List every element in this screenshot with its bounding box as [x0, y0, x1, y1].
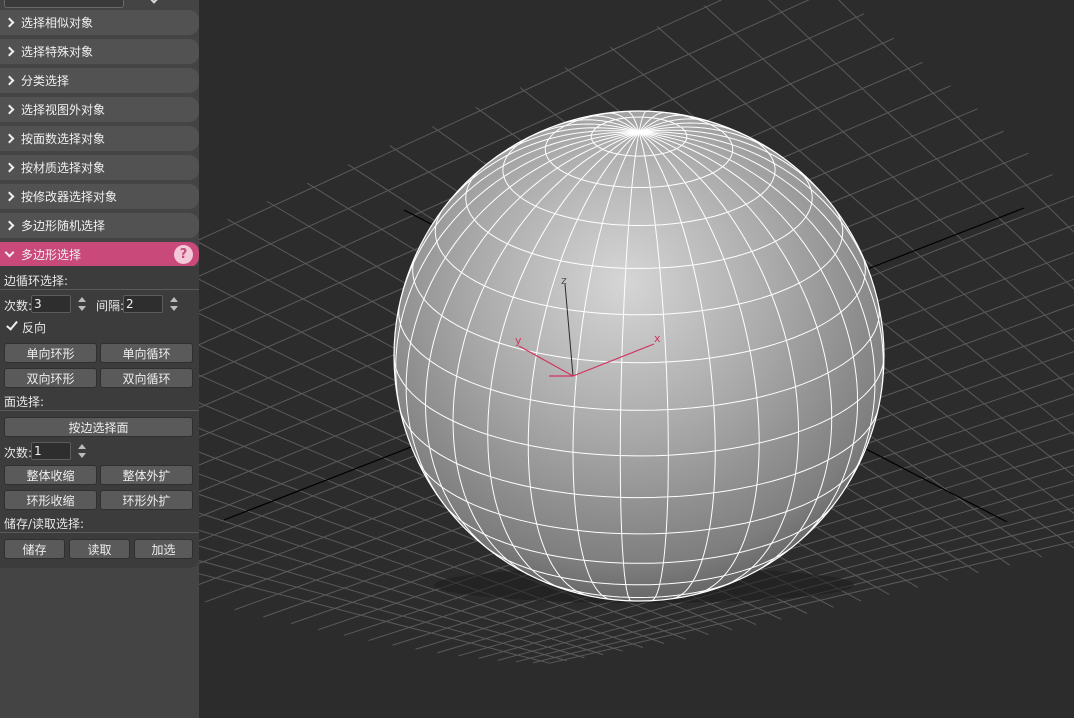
rollout-poly-select[interactable]: 多边形选择 ?: [0, 242, 199, 267]
rollout-label: 分类选择: [21, 74, 70, 88]
interval-spinner[interactable]: [166, 295, 182, 313]
rollout-select-by-face-count[interactable]: 按面数选择对象: [0, 126, 199, 151]
chevron-right-icon: [4, 46, 15, 57]
rollout-label: 按修改器选择对象: [21, 190, 118, 204]
rollout-poly-random-select[interactable]: 多边形随机选择: [0, 213, 199, 238]
gizmo-z-label: z: [561, 274, 567, 287]
loop-count-spinner[interactable]: [74, 295, 90, 313]
ring-grow-button[interactable]: 环形外扩: [100, 490, 193, 510]
chevron-right-icon: [4, 191, 15, 202]
top-dropdown-stub[interactable]: [4, 0, 124, 8]
chevron-right-icon: [4, 75, 15, 86]
rollout-select-special[interactable]: 选择特殊对象: [0, 39, 199, 64]
chevron-right-icon: [4, 104, 15, 115]
divider: [0, 532, 199, 533]
rollout-select-by-material[interactable]: 按材质选择对象: [0, 155, 199, 180]
chevron-down-icon: [4, 247, 15, 258]
loop-count-label: 次数:: [4, 299, 33, 313]
gizmo-x-label: x: [654, 332, 661, 345]
grow-all-button[interactable]: 整体外扩: [100, 465, 193, 485]
left-panel: 选择相似对象 选择特殊对象 分类选择 选择视图外对象 按面数选择对象 按材质选择…: [0, 0, 199, 718]
rollout-select-by-modifier[interactable]: 按修改器选择对象: [0, 184, 199, 209]
rollout-label: 多边形选择: [21, 248, 82, 262]
app-window: 选择相似对象 选择特殊对象 分类选择 选择视图外对象 按面数选择对象 按材质选择…: [0, 0, 1074, 718]
reverse-checkbox[interactable]: [6, 318, 19, 333]
rollout-label: 选择视图外对象: [21, 103, 106, 117]
interval-label: 间隔:: [96, 299, 125, 313]
viewport-3d[interactable]: z y x: [199, 0, 1074, 718]
select-face-by-edge-button[interactable]: 按边选择面: [4, 417, 193, 437]
chevron-down-icon[interactable]: [148, 0, 160, 4]
double-ring-button[interactable]: 双向环形: [4, 368, 97, 388]
single-loop-button[interactable]: 单向循环: [100, 343, 193, 363]
chevron-right-icon: [4, 17, 15, 28]
shrink-all-button[interactable]: 整体收缩: [4, 465, 97, 485]
rollout-label: 多边形随机选择: [21, 219, 106, 233]
rollout-label: 选择特殊对象: [21, 45, 94, 59]
check-icon: [6, 318, 18, 331]
load-button[interactable]: 读取: [69, 539, 130, 559]
reverse-label: 反向: [22, 321, 47, 335]
single-ring-button[interactable]: 单向环形: [4, 343, 97, 363]
face-select-title: 面选择:: [4, 395, 45, 409]
store-select-title: 储存/读取选择:: [4, 517, 85, 531]
add-select-button[interactable]: 加选: [134, 539, 193, 559]
rollout-label: 选择相似对象: [21, 16, 94, 30]
chevron-right-icon: [4, 133, 15, 144]
rollout-label: 按材质选择对象: [21, 161, 106, 175]
rollout-category-select[interactable]: 分类选择: [0, 68, 199, 93]
face-count-label: 次数:: [4, 446, 33, 460]
rollout-label: 按面数选择对象: [21, 132, 106, 146]
loop-count-input[interactable]: 3: [31, 295, 71, 313]
chevron-right-icon: [4, 220, 15, 231]
viewport-canvas[interactable]: z y x: [199, 0, 1074, 718]
gizmo-y-label: y: [515, 334, 522, 347]
rollout-select-similar[interactable]: 选择相似对象: [0, 10, 199, 35]
ring-shrink-button[interactable]: 环形收缩: [4, 490, 97, 510]
edge-loop-title: 边循环选择:: [4, 274, 69, 288]
double-loop-button[interactable]: 双向循环: [100, 368, 193, 388]
divider: [0, 410, 199, 411]
divider: [0, 289, 199, 290]
interval-input[interactable]: 2: [123, 295, 163, 313]
store-button[interactable]: 储存: [4, 539, 65, 559]
rollout-select-outside-view[interactable]: 选择视图外对象: [0, 97, 199, 122]
chevron-right-icon: [4, 162, 15, 173]
face-count-spinner[interactable]: [74, 442, 90, 460]
sphere-mesh[interactable]: [394, 111, 884, 601]
help-icon[interactable]: ?: [174, 245, 193, 264]
face-count-input[interactable]: 1: [31, 442, 71, 460]
